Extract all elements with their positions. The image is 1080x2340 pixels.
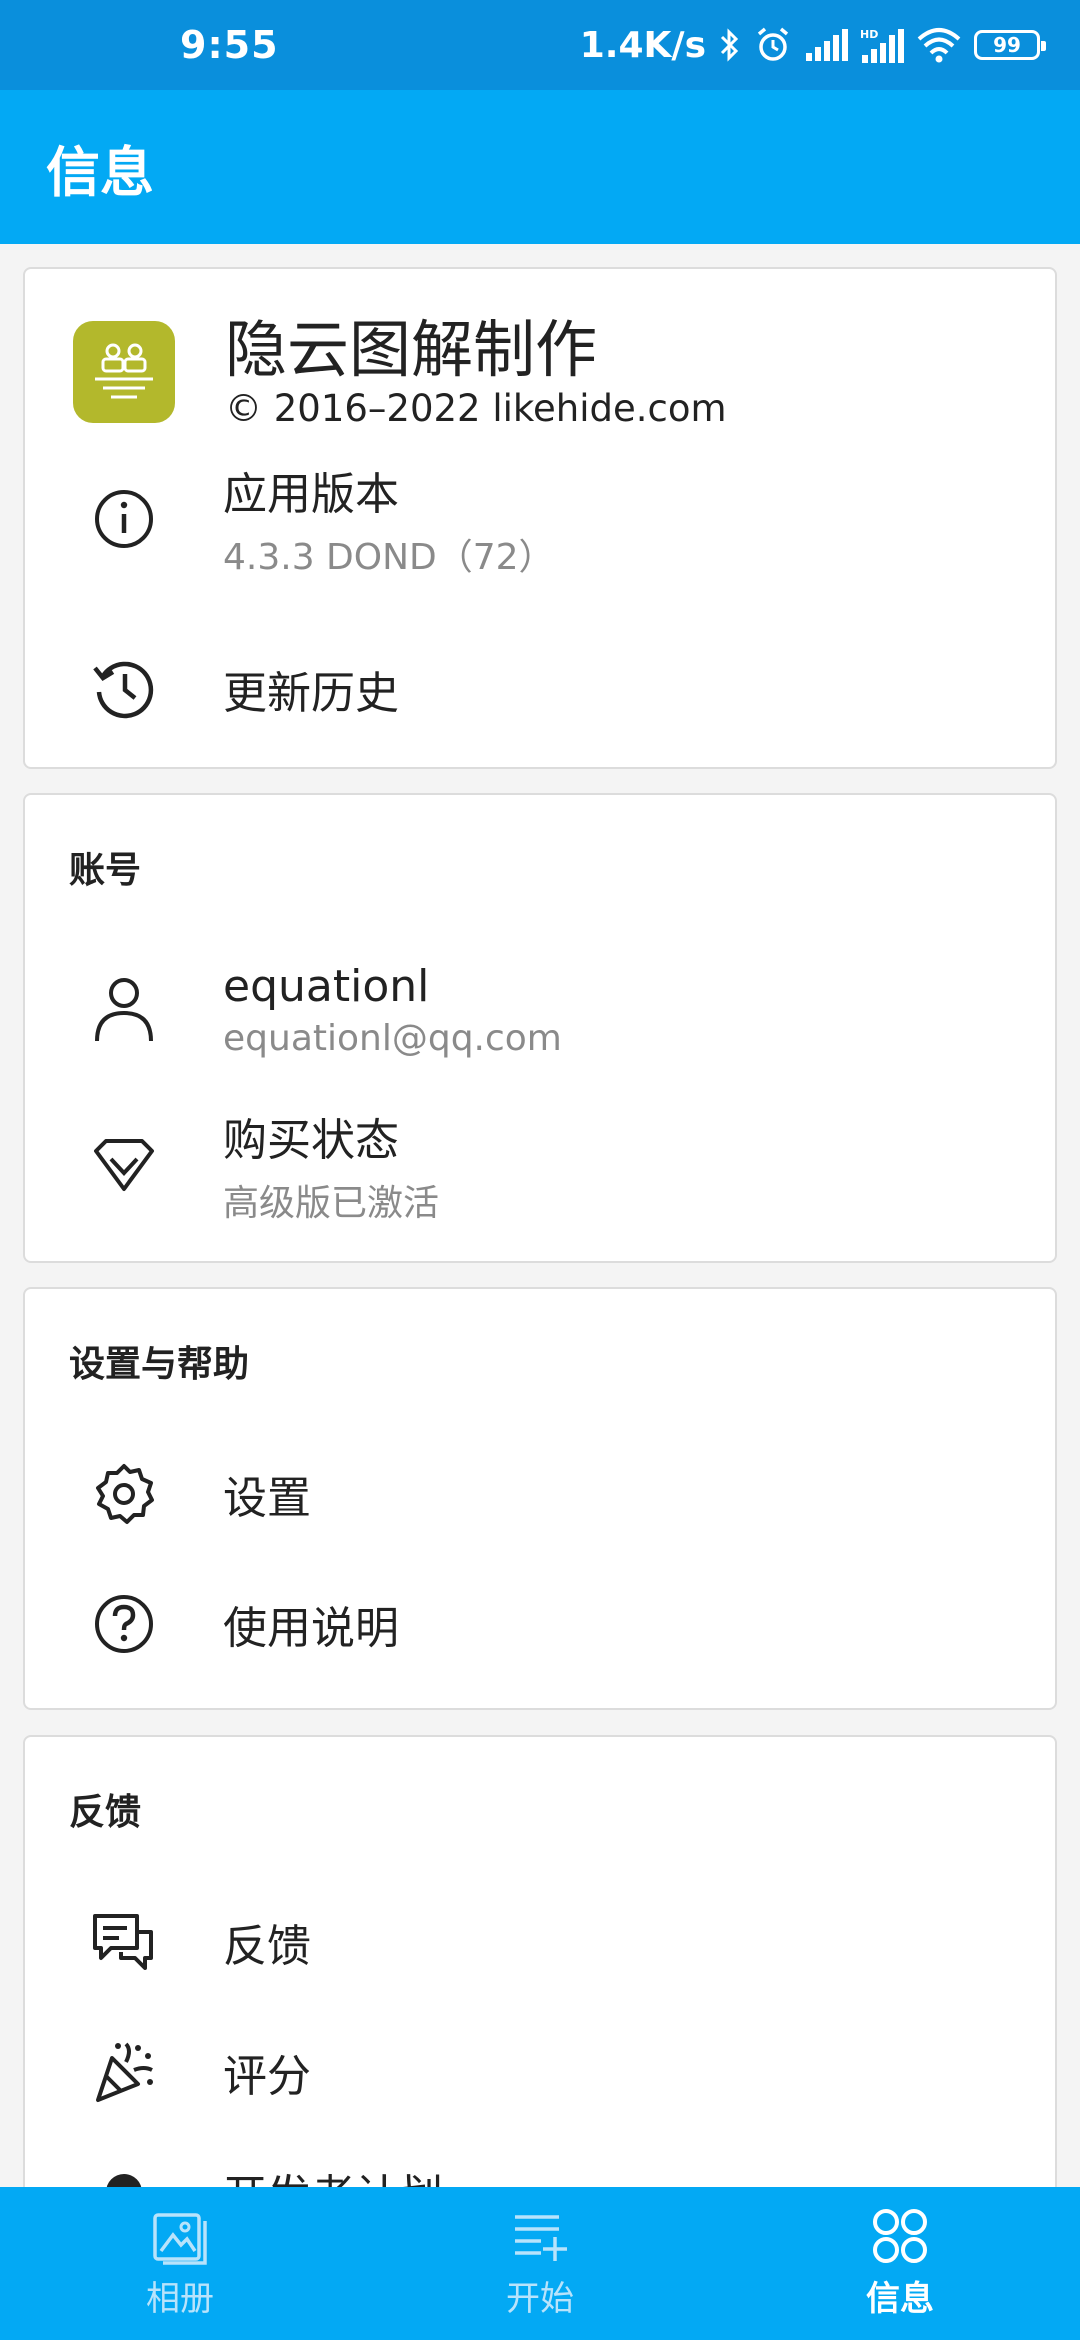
diamond-icon [94,1139,154,1191]
settings-help-card: 设置与帮助 设置 使用说明 [23,1287,1057,1710]
signal-hd-icon: HD [860,28,904,63]
update-history-row[interactable]: 更新历史 [25,634,1055,744]
settings-label: 设置 [223,1473,311,1524]
nav-info[interactable]: 信息 [720,2187,1080,2340]
status-time: 9:55 [180,23,279,67]
purchase-status-row[interactable]: 购买状态 高级版已激活 [25,1100,1055,1230]
app-version-row[interactable]: 应用版本 4.3.3 DOND（72） [25,459,1055,579]
page-title: 信息 [46,140,154,204]
manual-label: 使用说明 [223,1603,399,1654]
nav-info-label: 信息 [866,2279,934,2319]
version-value: 4.3.3 DOND（72） [223,537,555,578]
gear-icon [96,1464,154,1524]
app-name: 隐云图解制作 [225,312,598,386]
purchase-status-value: 高级版已激活 [223,1183,440,1224]
rate-row[interactable]: 评分 [25,2017,1055,2127]
party-popper-icon [96,2042,153,2102]
account-section-title: 账号 [69,850,142,891]
net-speed: 1.4K/s [579,24,706,66]
user-icon [95,978,153,1042]
update-history-label: 更新历史 [223,668,399,719]
manual-row[interactable]: 使用说明 [25,1569,1055,1679]
feedback-card: 反馈 反馈 评分 开发者计划 [23,1735,1057,2205]
album-icon [153,2213,207,2265]
nav-album-label: 相册 [146,2279,214,2319]
alarm-icon [757,27,789,61]
user-row[interactable]: equationl equationl@qq.com [25,945,1055,1075]
rate-label: 评分 [223,2051,311,2102]
wifi-icon [917,28,961,63]
svg-text:HD: HD [860,28,878,41]
nav-album[interactable]: 相册 [0,2187,360,2340]
settings-row[interactable]: 设置 [25,1439,1055,1549]
purchase-status-label: 购买状态 [223,1115,399,1166]
battery-level: 99 [993,33,1021,57]
battery-icon: 99 [974,30,1046,60]
bottom-navigation: 相册 开始 信息 [0,2187,1080,2340]
bluetooth-icon [720,28,739,62]
nav-start-label: 开始 [506,2279,574,2319]
settings-help-section-title: 设置与帮助 [69,1344,250,1385]
feedback-section-title: 反馈 [69,1792,142,1833]
feedback-icon [93,1914,153,1970]
nav-start[interactable]: 开始 [360,2187,720,2340]
feedback-label: 反馈 [223,1921,311,1972]
signal-icon [806,29,848,61]
app-logo-icon [73,321,175,423]
help-icon [95,1595,153,1653]
username: equationl [223,961,430,1012]
about-card: 隐云图解制作 © 2016–2022 likehide.com 应用版本 4.3… [23,267,1057,769]
copyright-text: © 2016–2022 likehide.com [225,386,727,430]
account-card: 账号 equationl equationl@qq.com 购买状态 高级版已激… [23,793,1057,1263]
grid-circles-icon [873,2209,927,2263]
list-add-icon [515,2215,567,2261]
app-info-row: 隐云图解制作 © 2016–2022 likehide.com [25,312,1055,430]
version-label: 应用版本 [223,469,399,520]
feedback-row[interactable]: 反馈 [25,1887,1055,1997]
history-icon [93,661,154,719]
status-bar: 9:55 1.4K/s HD 99 [0,0,1080,90]
info-icon [95,490,153,548]
status-icons: 1.4K/s HD 99 [579,24,1046,66]
app-bar: 信息 [0,90,1080,244]
user-email: equationl@qq.com [223,1018,562,1059]
